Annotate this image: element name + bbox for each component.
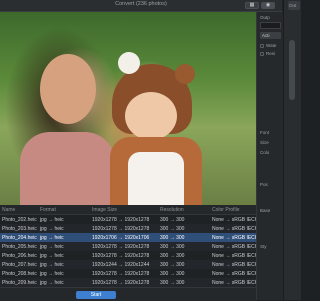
watermark-toggle[interactable] (260, 44, 264, 48)
preview-shape (175, 64, 195, 84)
eye-icon: ◉ (265, 2, 271, 8)
table-row[interactable]: Photo_202.heic jpg → heic 1920x1278 → 1920… (0, 215, 277, 224)
output-chip[interactable]: Out (288, 1, 300, 10)
preview-shape (125, 92, 177, 140)
preview-button[interactable]: ◉ (261, 2, 275, 9)
cell-name: Photo_202.heic (2, 217, 37, 223)
window-title: Convert (236 photos) (115, 1, 167, 7)
cell-image-size: 1920x1278 → 1920x1278 (92, 280, 150, 286)
sidebar-item-output[interactable]: Outp (260, 15, 270, 20)
cell-image-size: 1920x1278 → 1920x1278 (92, 253, 150, 259)
sidebar-item-font: Font (260, 130, 270, 135)
output-chip-label: Out (289, 3, 297, 8)
table-row[interactable]: Photo_207.heic jpg → heic 1920x1244 → 1920… (0, 260, 277, 269)
cell-format: jpg → heic (40, 253, 64, 259)
cell-format: jpg → heic (40, 244, 64, 250)
cell-format: jpg → heic (40, 280, 64, 286)
cell-name: Photo_208.heic (2, 271, 37, 277)
sidebar-item-style: Sty (260, 244, 267, 249)
preview-shape (40, 54, 96, 124)
column-header-name[interactable]: Name (2, 207, 15, 213)
sidebar-item-base: Base (260, 208, 271, 213)
cell-format: jpg → heic (40, 271, 64, 277)
cell-resolution: 300 → 300 (160, 280, 185, 286)
photo-preview (0, 12, 256, 205)
table-row[interactable]: Photo_203.heic jpg → heic 1920x1278 → 1920… (0, 224, 277, 233)
sidebar-item-color: Colo (260, 150, 270, 155)
cell-format: jpg → heic (40, 235, 64, 241)
sidebar-item-watermark: Wate (266, 43, 277, 48)
cell-image-size: 1920x1278 → 1920x1278 (92, 271, 150, 277)
cell-name: Photo_204.heic (2, 235, 37, 241)
sidebar-item-size: Size (260, 140, 269, 145)
cell-format: jpg → heic (40, 217, 64, 223)
cell-resolution: 300 → 300 (160, 244, 185, 250)
table-row[interactable]: Photo_209.heic jpg → heic 1920x1278 → 1920… (0, 278, 277, 287)
table-row[interactable]: Photo_204.heic jpg → heic 1920x1706 → 1920… (0, 233, 277, 242)
cell-image-size: 1920x1706 → 1920x1706 (92, 235, 150, 241)
preview-shape (128, 152, 184, 205)
resize-toggle[interactable] (260, 52, 264, 56)
table-row[interactable]: Photo_208.heic jpg → heic 1920x1278 → 1920… (0, 269, 277, 278)
cell-image-size: 1920x1278 → 1920x1278 (92, 226, 150, 232)
cell-image-size: 1920x1244 → 1920x1244 (92, 262, 150, 268)
cell-resolution: 300 → 300 (160, 253, 185, 259)
sidebar-item-resize: Resi (266, 51, 276, 56)
cell-image-size: 1920x1278 → 1920x1278 (92, 217, 150, 223)
cell-resolution: 300 → 300 (160, 235, 185, 241)
cell-name: Photo_203.heic (2, 226, 37, 232)
cell-format: jpg → heic (40, 262, 64, 268)
cell-resolution: 300 → 300 (160, 226, 185, 232)
start-button[interactable]: Start (76, 291, 116, 299)
table-header: Name Format Image Size Resolution Color … (0, 205, 256, 215)
grid-icon: ▦ (249, 2, 255, 8)
cell-resolution: 300 → 300 (160, 217, 185, 223)
cell-name: Photo_206.heic (2, 253, 37, 259)
cell-name: Photo_209.heic (2, 280, 37, 286)
right-scrollbar[interactable] (283, 0, 301, 300)
main-window: Convert (236 photos) ▦ ◉ Name Format Ima… (0, 0, 282, 301)
scroll-thumb[interactable] (289, 40, 295, 100)
cell-image-size: 1920x1278 → 1920x1278 (92, 244, 150, 250)
column-header-format[interactable]: Format (40, 207, 56, 213)
file-table: Name Format Image Size Resolution Color … (0, 205, 277, 287)
footer-bar: Start (0, 287, 256, 301)
preview-shape (118, 52, 140, 74)
action-button[interactable]: Acti (260, 32, 281, 39)
cell-name: Photo_205.heic (2, 244, 37, 250)
table-row[interactable]: Photo_206.heic jpg → heic 1920x1278 → 1920… (0, 251, 277, 260)
preview-shape (20, 132, 115, 205)
grid-view-button[interactable]: ▦ (245, 2, 259, 9)
cell-format: jpg → heic (40, 226, 64, 232)
cell-name: Photo_207.heic (2, 262, 37, 268)
cell-resolution: 300 → 300 (160, 271, 185, 277)
sidebar-item-position: Pos (260, 182, 268, 187)
title-bar: Convert (236 photos) ▦ ◉ (0, 0, 282, 12)
column-header-resolution[interactable]: Resolution (160, 207, 184, 213)
cell-resolution: 300 → 300 (160, 262, 185, 268)
table-row[interactable]: Photo_205.heic jpg → heic 1920x1278 → 1920… (0, 242, 277, 251)
column-header-color-profile[interactable]: Color Profile (212, 207, 240, 213)
column-header-image-size[interactable]: Image Size (92, 207, 117, 213)
output-format-select[interactable] (260, 22, 281, 29)
settings-sidebar: Outp Acti Wate Resi Font Size Colo Pos B… (256, 12, 283, 300)
